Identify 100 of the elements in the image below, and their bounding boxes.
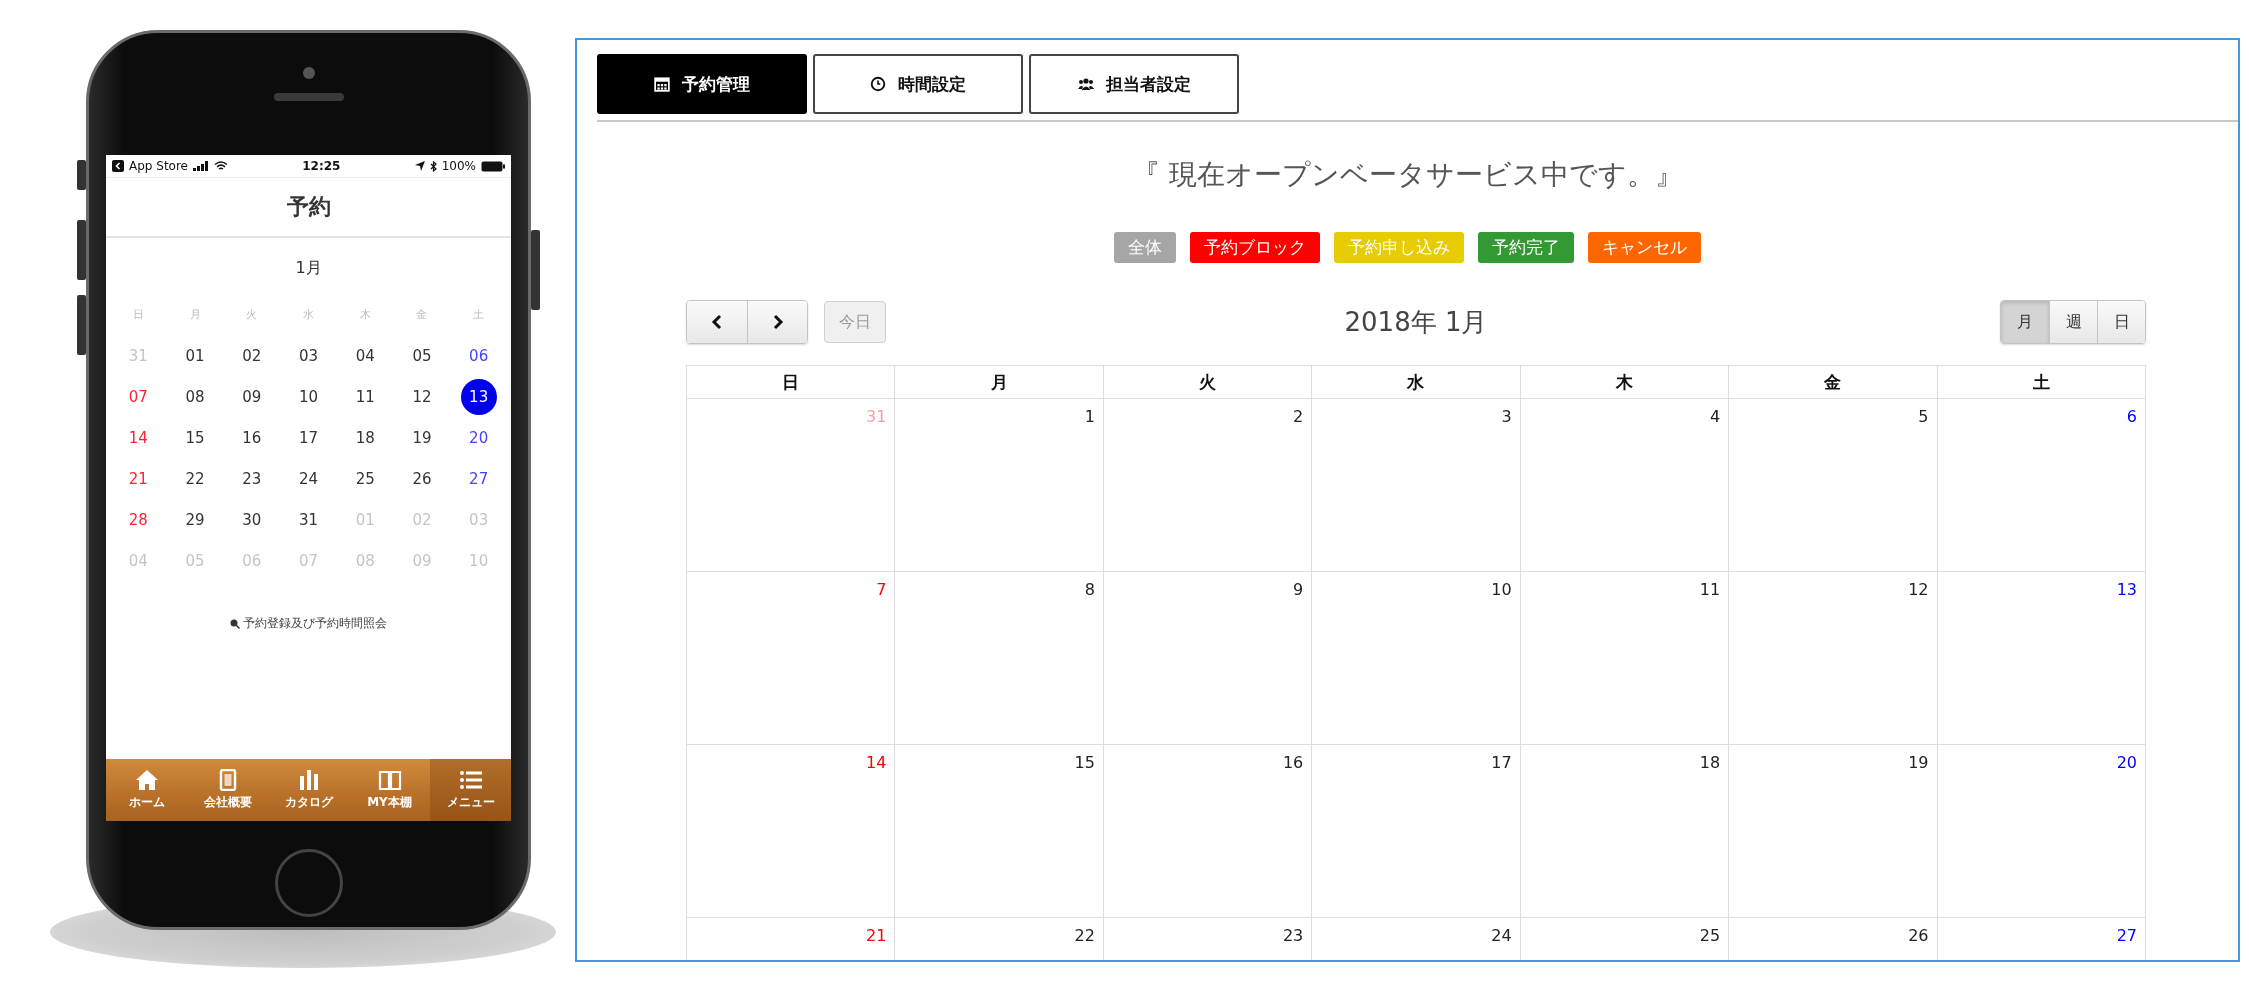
day-number: 31	[866, 407, 887, 426]
date-cell[interactable]: 03	[290, 337, 327, 374]
speaker-grille	[273, 93, 344, 101]
signal-icon	[193, 161, 209, 171]
day-number: 27	[2116, 926, 2137, 945]
date-cell[interactable]: 20	[460, 419, 497, 456]
calendar-icon	[654, 76, 670, 92]
date-cell[interactable]: 25	[347, 460, 384, 497]
screen-title: 予約	[286, 193, 331, 221]
tab[interactable]: 時間設定	[813, 54, 1023, 114]
day-number: 25	[1699, 926, 1721, 945]
search-icon	[230, 618, 240, 629]
day-number: 17	[1491, 753, 1512, 772]
weekday-header: 月	[894, 365, 1104, 399]
day-number: 9	[1293, 580, 1304, 599]
calendar-title: 2018年 1月	[1344, 306, 1488, 337]
date-cell[interactable]: 18	[347, 419, 384, 456]
day-number: 8	[1084, 580, 1095, 599]
day-number: 26	[1908, 926, 1929, 945]
tab-bar-item[interactable]: ホーム	[106, 759, 187, 821]
tab-bar-item[interactable]: カタログ	[268, 759, 349, 821]
tab-bar-item[interactable]: 会社概要	[187, 759, 268, 821]
battery-percent: 100%	[441, 159, 476, 173]
day-number: 5	[1918, 407, 1929, 426]
camera-icon	[302, 67, 315, 79]
status-tag[interactable]: 予約完了	[1478, 232, 1574, 263]
date-cell[interactable]: 31	[290, 501, 327, 538]
day-number: 2	[1293, 407, 1304, 426]
view-button[interactable]: 日	[2097, 301, 2145, 343]
prev-button[interactable]	[687, 301, 747, 343]
date-cell[interactable]: 13	[460, 378, 497, 415]
date-cell[interactable]: 22	[177, 460, 214, 497]
notice-text: 『 現在オープンベータサービス中です。』	[1132, 158, 1683, 191]
back-icon	[112, 160, 124, 172]
date-cell[interactable]: 11	[347, 378, 384, 415]
date-cell[interactable]: 26	[403, 460, 440, 497]
date-cell[interactable]: 30	[233, 501, 270, 538]
day-number: 6	[2126, 407, 2137, 426]
date-cell[interactable]: 15	[177, 419, 214, 456]
date-cell[interactable]: 04	[347, 337, 384, 374]
home-icon	[134, 769, 159, 791]
date-cell[interactable]: 27	[460, 460, 497, 497]
day-number: 15	[1074, 753, 1095, 772]
tab-bar-item[interactable]: メニュー	[430, 759, 511, 821]
book-icon	[377, 769, 402, 791]
date-cell[interactable]: 19	[403, 419, 440, 456]
reservation-link[interactable]: 予約登録及び予約時間照会	[243, 615, 387, 632]
tab[interactable]: 担当者設定	[1029, 54, 1239, 114]
date-cell[interactable]: 28	[120, 501, 157, 538]
day-number: 1	[1084, 407, 1095, 426]
weekday-label: 水	[302, 307, 315, 323]
day-number: 7	[876, 580, 887, 599]
day-number: 10	[1491, 580, 1512, 599]
weekday-label: 月	[188, 307, 202, 323]
day-number: 13	[2116, 580, 2137, 599]
weekday-label: 火	[245, 307, 259, 323]
date-cell[interactable]: 21	[120, 460, 157, 497]
date-cell[interactable]: 05	[403, 337, 440, 374]
day-number: 21	[866, 926, 887, 945]
next-button[interactable]	[747, 301, 807, 343]
date-cell[interactable]: 10	[290, 378, 327, 415]
status-tag[interactable]: 予約ブロック	[1190, 232, 1320, 263]
day-number: 11	[1699, 580, 1721, 599]
date-cell[interactable]: 02	[233, 337, 270, 374]
weekday-label: 日	[131, 307, 145, 323]
date-cell[interactable]: 17	[290, 419, 327, 456]
menu-icon	[458, 769, 483, 791]
chevron-left-icon	[711, 314, 723, 330]
date-cell[interactable]: 12	[403, 378, 440, 415]
day-number: 20	[2116, 753, 2137, 772]
view-button[interactable]: 月	[2001, 301, 2049, 343]
date-cell[interactable]: 23	[233, 460, 270, 497]
people-icon	[1077, 76, 1094, 92]
day-number: 3	[1501, 407, 1512, 426]
date-cell[interactable]: 29	[177, 501, 214, 538]
weekday-label: 土	[472, 307, 486, 323]
bluetooth-icon	[429, 160, 437, 172]
date-cell[interactable]: 07	[120, 378, 157, 415]
date-cell[interactable]: 14	[120, 419, 157, 456]
tab-bar-item[interactable]: MY本棚	[349, 759, 430, 821]
date-cell[interactable]: 24	[290, 460, 327, 497]
date-cell[interactable]: 06	[460, 337, 497, 374]
date-cell[interactable]: 08	[177, 378, 214, 415]
day-number: 22	[1074, 926, 1095, 945]
tab[interactable]: 予約管理	[597, 54, 807, 114]
chevron-right-icon	[771, 314, 784, 330]
date-cell[interactable]: 09	[233, 378, 270, 415]
day-number: 23	[1282, 926, 1304, 945]
weekday-header: 金	[1728, 365, 1938, 399]
weekday-header: 土	[1937, 365, 2146, 399]
weekday-header: 木	[1520, 365, 1729, 399]
carrier-label: App Store	[129, 159, 188, 173]
clock-icon	[870, 76, 886, 92]
day-number: 19	[1908, 753, 1929, 772]
weekday-header: 水	[1311, 365, 1521, 399]
location-icon	[414, 161, 425, 171]
date-cell[interactable]: 01	[177, 337, 214, 374]
weekday-label: 木	[358, 307, 372, 323]
view-button[interactable]: 週	[2049, 301, 2097, 343]
date-cell[interactable]: 16	[233, 419, 270, 456]
